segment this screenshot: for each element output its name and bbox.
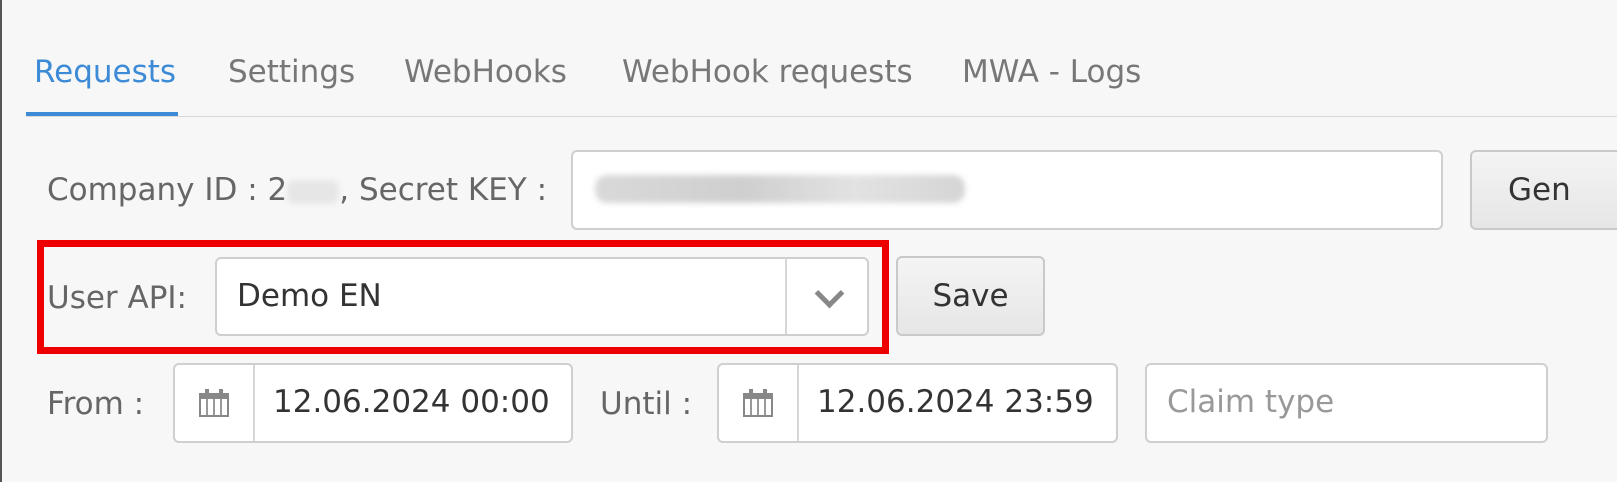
window-edge bbox=[0, 0, 2, 482]
save-button[interactable]: Save bbox=[896, 256, 1045, 336]
company-id-value-redacted bbox=[287, 179, 340, 204]
credentials-label: Company ID : 2 , Secret KEY : bbox=[47, 172, 547, 208]
calendar-icon bbox=[199, 389, 229, 417]
claim-type-input[interactable]: Claim type bbox=[1145, 363, 1548, 443]
from-datetime-input[interactable]: 12.06.2024 00:00 bbox=[173, 363, 573, 443]
until-calendar-button[interactable] bbox=[719, 365, 799, 441]
calendar-icon bbox=[743, 389, 773, 417]
from-label: From : bbox=[47, 386, 145, 422]
secret-key-value-redacted bbox=[595, 175, 965, 203]
tab-requests[interactable]: Requests bbox=[34, 54, 176, 90]
tab-webhook-requests[interactable]: WebHook requests bbox=[622, 54, 913, 90]
company-id-label: Company ID : 2 bbox=[47, 172, 288, 208]
secret-key-label: , Secret KEY : bbox=[339, 172, 548, 208]
tab-mwa-logs[interactable]: MWA - Logs bbox=[962, 54, 1141, 90]
generate-button[interactable]: Gen bbox=[1470, 150, 1617, 230]
until-label: Until : bbox=[600, 386, 693, 422]
active-tab-indicator bbox=[26, 112, 178, 116]
tab-webhooks[interactable]: WebHooks bbox=[404, 54, 567, 90]
secret-key-field[interactable] bbox=[571, 150, 1443, 230]
claim-type-placeholder: Claim type bbox=[1167, 384, 1335, 420]
until-datetime-value: 12.06.2024 23:59 bbox=[817, 384, 1094, 420]
until-datetime-input[interactable]: 12.06.2024 23:59 bbox=[717, 363, 1118, 443]
from-datetime-value: 12.06.2024 00:00 bbox=[273, 384, 550, 420]
highlight-annotation bbox=[37, 240, 889, 354]
tab-bar: Requests Settings WebHooks WebHook reque… bbox=[26, 40, 1617, 117]
tab-settings[interactable]: Settings bbox=[228, 54, 355, 90]
from-calendar-button[interactable] bbox=[175, 365, 255, 441]
